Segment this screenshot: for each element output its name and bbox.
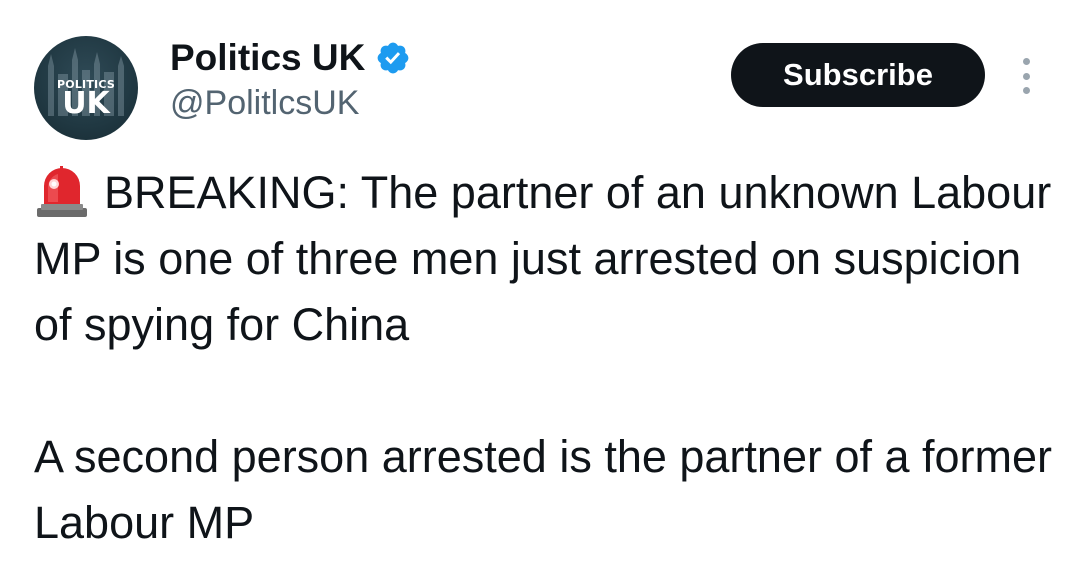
tweet-card: POLITICS UK Politics UK @PolitlcsUK Subs… [0,0,1080,565]
more-vertical-icon [1022,72,1030,80]
police-siren-icon [37,166,87,217]
verified-badge-icon [377,42,409,74]
account-handle[interactable]: @PolitlcsUK [170,84,359,123]
account-name-row: Politics UK [170,34,411,82]
display-name[interactable]: Politics UK [170,37,365,79]
avatar[interactable]: POLITICS UK [34,36,138,140]
tweet-text: BREAKING: The partner of an unknown Labo… [34,160,1064,556]
avatar-logo-bottom: UK [62,86,110,121]
more-vertical-icon [1022,87,1030,94]
more-vertical-icon [1022,58,1030,65]
tweet-paragraph-text: BREAKING: The partner of an unknown Labo… [34,167,1052,350]
more-options-button[interactable] [1012,54,1040,98]
subscribe-button[interactable]: Subscribe [731,43,985,107]
tweet-paragraph: BREAKING: The partner of an unknown Labo… [34,160,1064,358]
tweet-paragraph: A second person arrested is the partner … [34,431,1053,548]
